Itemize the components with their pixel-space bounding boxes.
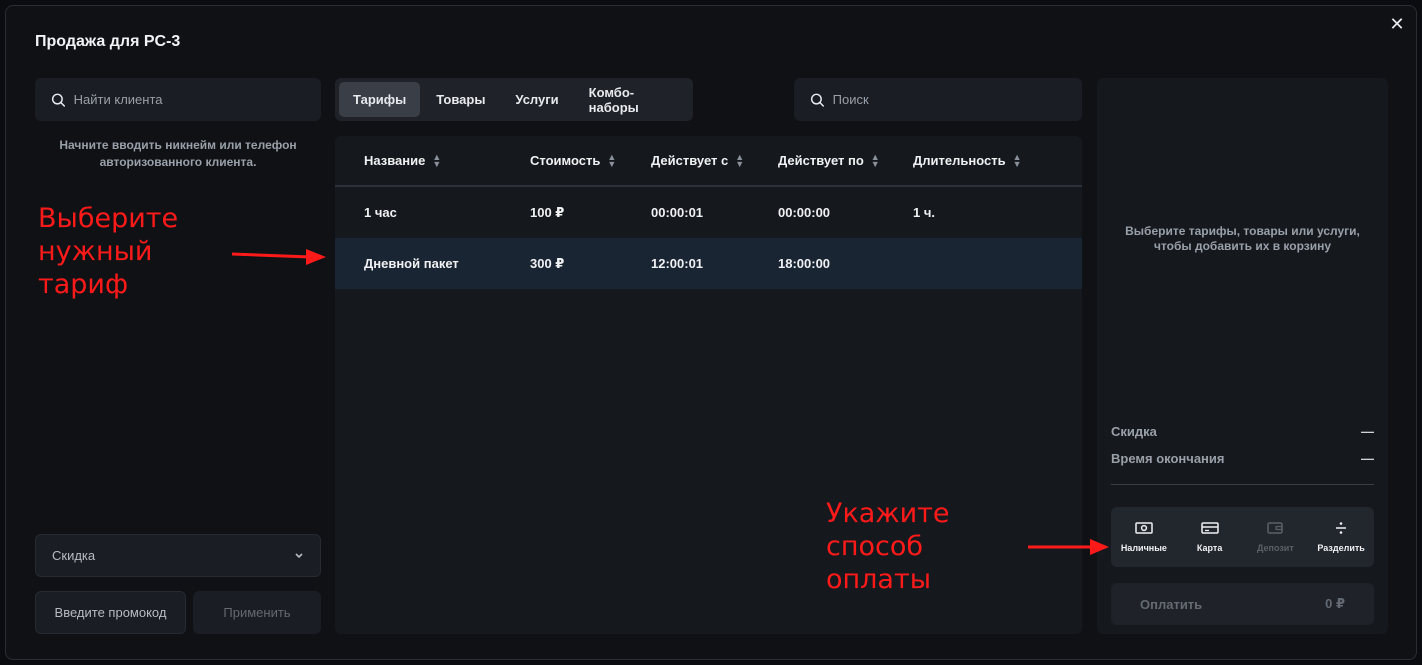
promo-code-field[interactable]: Введите промокод [35,591,186,634]
chevron-down-icon [295,552,303,558]
annotation-payment-method: Укажите способ оплаты [826,498,950,595]
pay-button-label: Оплатить [1140,596,1203,612]
column-header-from[interactable]: Действует с ▲ ▼ [651,151,745,169]
sort-icon: ▲ ▼ [1012,151,1022,169]
tab-tariffs[interactable]: Тарифы [339,82,421,117]
close-icon[interactable]: ✕ [1389,15,1405,33]
sort-icon: ▲ ▼ [735,151,745,169]
cart-end-time-label: Время окончания [1111,451,1225,466]
tab-goods[interactable]: Товары [422,82,499,117]
column-header-name[interactable]: Название ▲ ▼ [364,151,442,169]
tab-combos[interactable]: Комбо-наборы [575,82,689,117]
pay-button-amount: 0 ₽ [1325,596,1345,611]
cart-empty-text: Выберите тарифы, товары или услуги, чтоб… [1125,224,1360,253]
column-header-price[interactable]: Стоимость ▲ ▼ [530,151,617,169]
cart-end-time-value: — [1361,451,1374,466]
sale-modal: Продажа для PC-3 ✕ Начните вводить никне… [5,5,1417,660]
payment-methods: Наличные Карта Депозит Разделить [1111,507,1374,567]
cart-panel: Выберите тарифы, товары или услуги, чтоб… [1097,78,1388,634]
divide-icon [1336,522,1347,534]
payment-deposit-button[interactable]: Депозит [1243,507,1309,567]
sort-icon: ▲ ▼ [432,151,442,169]
category-tabs: Тарифы Товары Услуги Комбо-наборы [335,78,693,121]
divider [1111,484,1374,485]
wallet-icon [1267,522,1284,534]
card-icon [1200,522,1219,534]
cell-name: Дневной пакет [364,256,459,271]
column-header-duration[interactable]: Длительность ▲ ▼ [913,151,1022,169]
table-header: Название ▲ ▼ Стоимость ▲ ▼ Действует с ▲ ▼ Дей… [335,136,1082,187]
payment-cash-button[interactable]: Наличные [1111,507,1177,567]
payment-card-button[interactable]: Карта [1177,507,1243,567]
search-icon [51,93,66,107]
client-hint: Начните вводить никнейм или телефон авто… [59,138,297,169]
column-header-to[interactable]: Действует по ▲ ▼ [778,151,880,169]
sort-icon: ▲ ▼ [607,151,617,169]
table-row[interactable]: Дневной пакет 300 ₽ 12:00:01 18:00:00 [335,238,1082,289]
cell-price: 300 ₽ [530,256,565,271]
cart-discount-value: — [1361,424,1374,439]
cart-discount-row: Скидка — [1111,424,1374,439]
sort-icon: ▲ ▼ [870,151,880,169]
cart-discount-label: Скидка [1111,424,1157,439]
product-search-input[interactable] [832,92,1082,107]
cell-name: 1 час [364,205,397,220]
cell-from: 12:00:01 [651,256,704,271]
annotation-arrow-payment [1028,539,1109,555]
tab-services[interactable]: Услуги [501,82,572,117]
discount-dropdown-label: Скидка [52,548,96,563]
search-icon [810,93,825,107]
cart-end-time-row: Время окончания — [1111,451,1374,466]
cell-price: 100 ₽ [530,205,565,220]
cell-to: 18:00:00 [778,256,831,271]
cash-icon [1135,522,1153,534]
table-row[interactable]: 1 час 100 ₽ 00:00:01 00:00:00 1 ч. [335,187,1082,238]
payment-split-button[interactable]: Разделить [1308,507,1374,567]
cell-from: 00:00:01 [651,205,704,220]
cell-duration: 1 ч. [913,205,936,220]
product-search[interactable] [794,78,1082,121]
client-search-input[interactable] [73,92,321,107]
pay-button[interactable]: Оплатить 0 ₽ [1111,583,1374,625]
apply-promo-button[interactable]: Применить [193,591,321,634]
annotation-arrow-tariff [232,249,326,265]
discount-dropdown[interactable]: Скидка [35,534,321,577]
client-search[interactable] [35,78,321,121]
cell-to: 00:00:00 [778,205,831,220]
annotation-select-tariff: Выберите нужный тариф [38,203,179,300]
modal-title: Продажа для PC-3 [35,33,181,50]
